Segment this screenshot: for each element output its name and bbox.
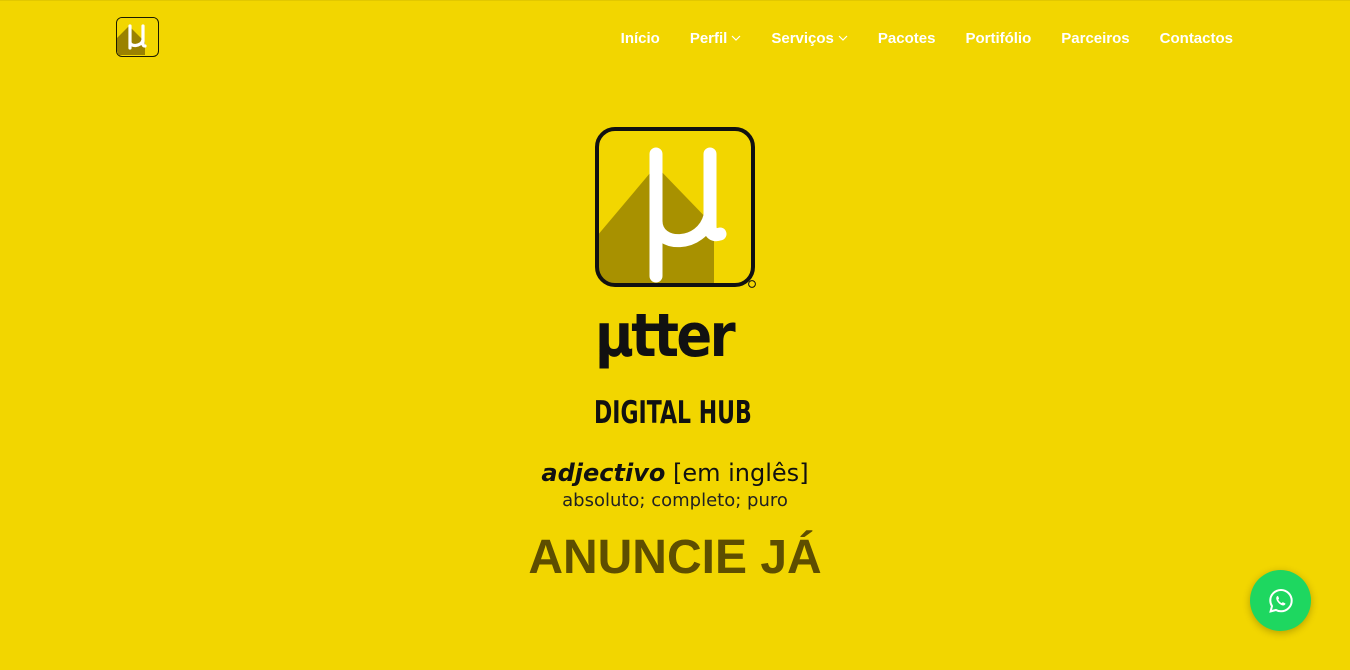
- nav-logo[interactable]: [116, 17, 159, 57]
- nav-item-label: Início: [620, 29, 660, 47]
- nav-item-label: Portifólio: [965, 29, 1032, 47]
- chevron-down-icon: [838, 35, 848, 41]
- definition-meaning: absoluto; completo; puro: [562, 490, 788, 511]
- definition-line: adjectivo [em inglês]: [0, 458, 1350, 488]
- nav-item-contactos[interactable]: Contactos: [1160, 30, 1233, 47]
- nav-item-label: Contactos: [1159, 29, 1233, 47]
- brand-tagline: DIGITAL HUB: [594, 395, 752, 431]
- definition-language: [em inglês]: [673, 459, 809, 487]
- definition-term: adjectivo: [541, 459, 666, 487]
- cta-anuncie-ja[interactable]: ANUNCIE JÁ: [0, 528, 1350, 588]
- nav-item-servicos[interactable]: Serviços: [771, 30, 848, 47]
- mu-logo-icon: [117, 18, 157, 55]
- chevron-down-icon: [731, 35, 741, 41]
- nav-item-pacotes[interactable]: Pacotes: [878, 30, 936, 47]
- hero-logo: [594, 126, 758, 290]
- nav-item-perfil[interactable]: Perfil: [690, 30, 742, 47]
- nav-item-label: Perfil: [689, 29, 728, 47]
- nav-item-portifolio[interactable]: Portifólio: [965, 30, 1031, 47]
- whatsapp-button[interactable]: [1250, 570, 1311, 631]
- nav-item-label: Pacotes: [877, 29, 936, 47]
- nav-item-parceiros[interactable]: Parceiros: [1061, 30, 1129, 47]
- nav-item-label: Parceiros: [1061, 29, 1130, 47]
- mu-logo-icon: [595, 127, 756, 288]
- top-divider: [0, 0, 1350, 1]
- nav-item-inicio[interactable]: Início: [621, 30, 660, 47]
- brand-name: µtter: [595, 301, 736, 371]
- whatsapp-icon: [1268, 588, 1293, 613]
- main-nav: Início Perfil Serviços Pacotes Portifóli…: [621, 28, 1233, 48]
- nav-item-label: Serviços: [771, 29, 834, 47]
